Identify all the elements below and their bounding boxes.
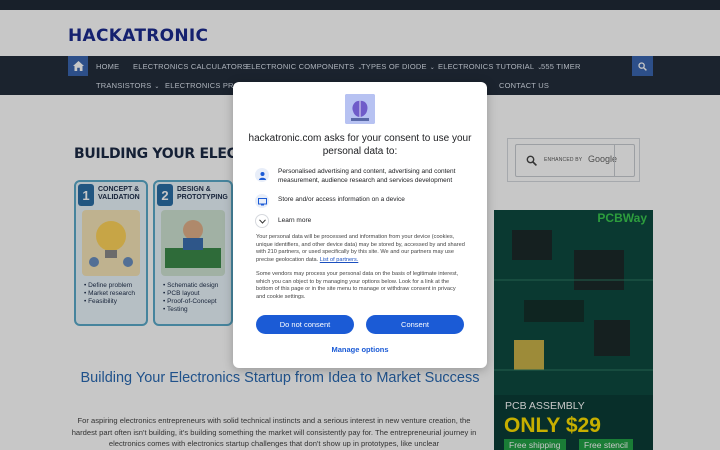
do-not-consent-button[interactable]: Do not consent [256, 315, 354, 334]
consent-dialog: hackatronic.com asks for your consent to… [233, 82, 487, 368]
consent-legitimate-interest: Some vendors may process your personal d… [256, 271, 459, 300]
chevron-down-icon [255, 214, 269, 228]
person-icon [255, 168, 269, 182]
device-icon [255, 194, 269, 208]
manage-options-button[interactable]: Manage options [233, 345, 487, 354]
consent-description: Your personal data will be processed and… [256, 234, 465, 263]
consent-title: hackatronic.com asks for your consent to… [248, 133, 472, 157]
site-favicon [345, 94, 375, 124]
consent-button[interactable]: Consent [366, 315, 464, 334]
list-of-partners-link[interactable]: List of partners. [320, 257, 359, 263]
